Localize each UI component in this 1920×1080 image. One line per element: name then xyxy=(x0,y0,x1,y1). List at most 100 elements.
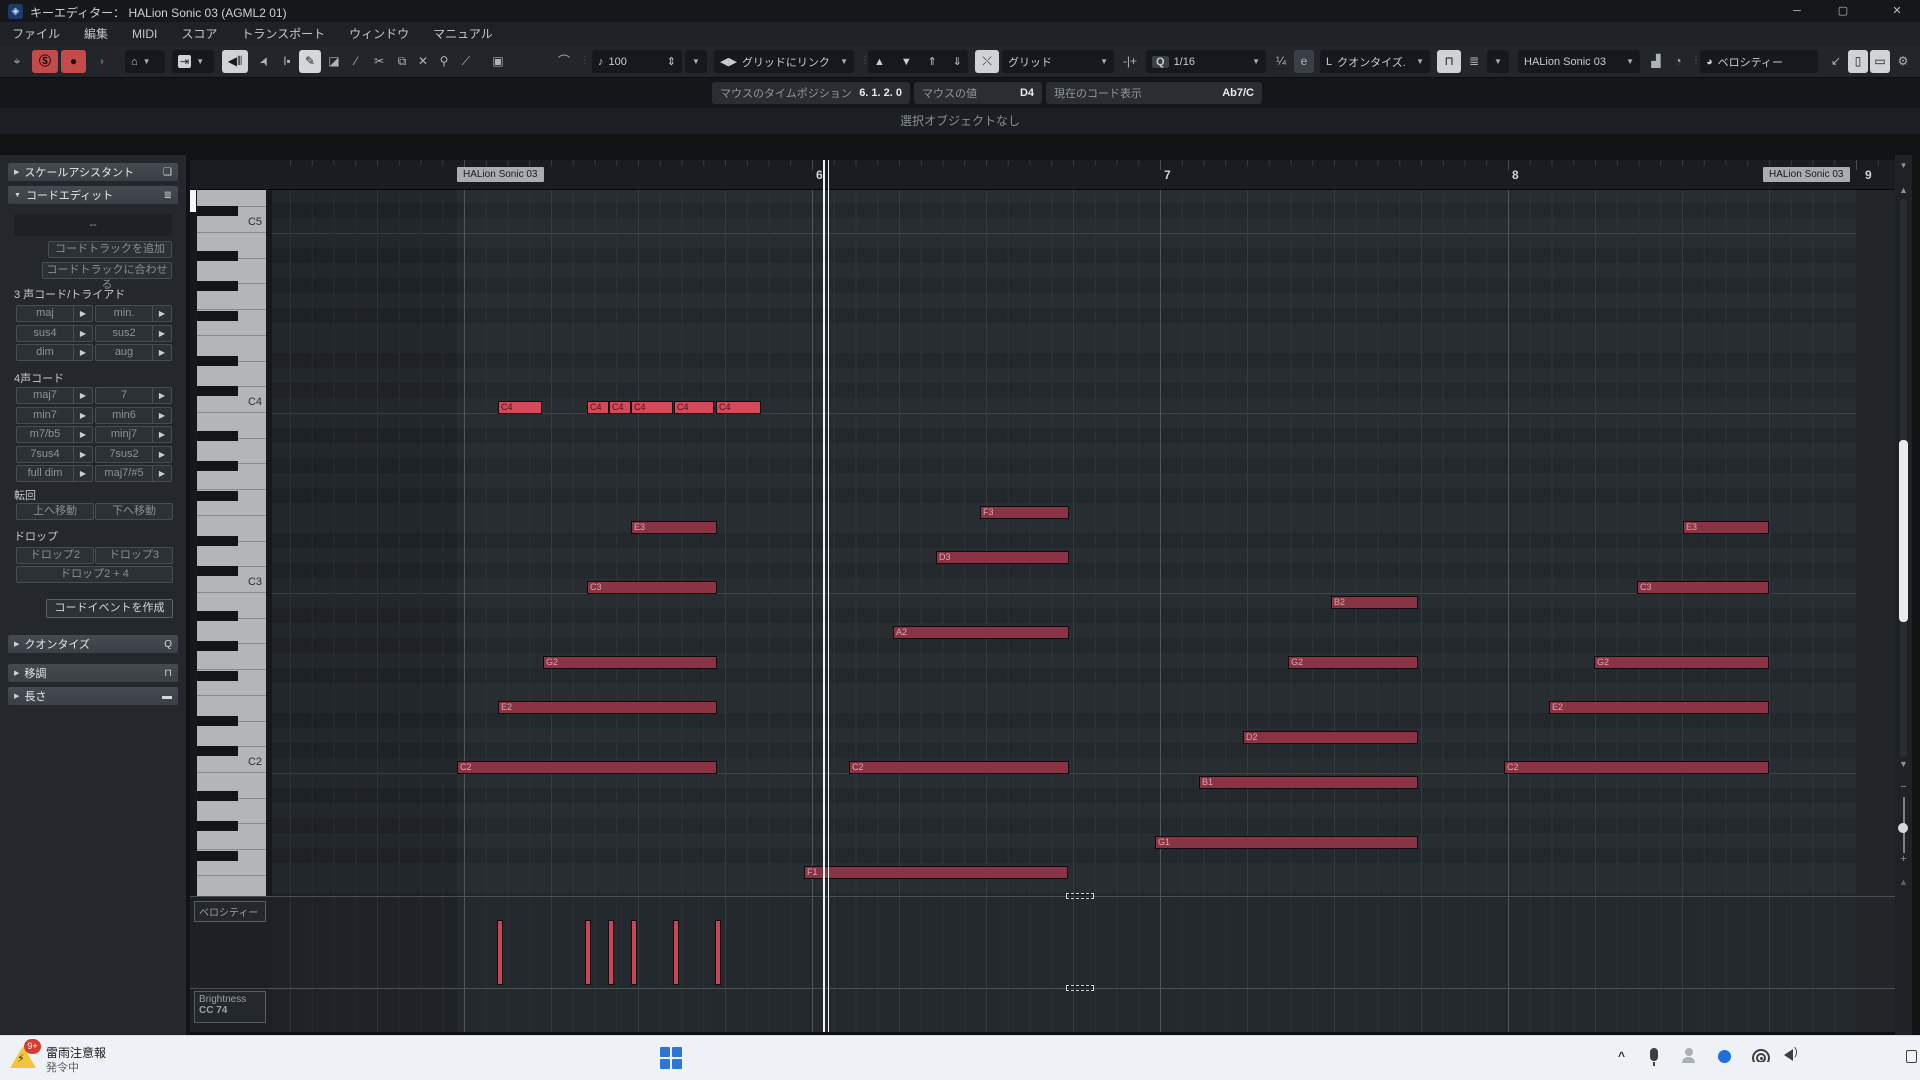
setup-toolbar-icon[interactable]: ⚙ xyxy=(1892,50,1914,73)
minimize-button[interactable]: ─ xyxy=(1782,2,1812,20)
length-link-dropdown[interactable]: ◀▶ グリッドにリンク ▼ xyxy=(714,50,854,73)
menu-item-5[interactable]: ウィンドウ xyxy=(349,25,409,42)
play-chord-icon[interactable]: ▶ xyxy=(152,427,171,442)
show-part-borders-icon[interactable]: ⊓ xyxy=(1437,50,1461,73)
chord4-7sus2[interactable]: 7sus2▶ xyxy=(95,446,172,463)
lane-divider[interactable] xyxy=(190,988,1895,989)
notification-center-icon[interactable] xyxy=(1906,1050,1917,1063)
vertical-scrollbar-thumb[interactable] xyxy=(1899,440,1908,622)
midi-note[interactable]: C3 xyxy=(1637,581,1769,594)
split-scissors-tool[interactable]: ✂ xyxy=(368,50,390,73)
controller-lane-label[interactable]: Brightness CC 74 xyxy=(194,991,266,1023)
move-up-button[interactable]: 上へ移動 xyxy=(16,503,94,520)
midi-note[interactable]: C4 xyxy=(674,401,714,414)
move-down-octave-icon[interactable]: ⇓ xyxy=(953,55,962,68)
solo-button[interactable]: Ⓢ xyxy=(32,50,58,73)
section-length[interactable]: ▶ 長さ ▬ xyxy=(8,687,178,705)
menu-item-0[interactable]: ファイル xyxy=(12,25,60,42)
black-key[interactable] xyxy=(197,821,238,831)
chord4-min7[interactable]: min7▶ xyxy=(16,407,93,424)
zoom-slider-handle[interactable] xyxy=(1898,823,1908,833)
erase-tool[interactable]: ◪ xyxy=(324,50,344,73)
menu-item-2[interactable]: MIDI xyxy=(132,27,157,41)
quantize-preset-dropdown[interactable]: Q 1/16 ▼ xyxy=(1146,50,1266,73)
black-key[interactable] xyxy=(197,356,238,366)
triad-min[interactable]: min.▶ xyxy=(95,305,172,322)
autoscroll-button[interactable]: ⇥▼ xyxy=(172,50,214,73)
lane-scroll-icon[interactable]: ▲ xyxy=(1895,877,1912,887)
line-tool[interactable]: ⟋ xyxy=(456,50,476,73)
ruler-options-menu[interactable]: ▼ xyxy=(1895,161,1912,170)
black-key[interactable] xyxy=(197,251,238,261)
play-chord-icon[interactable]: ▶ xyxy=(73,466,92,481)
triad-sus2[interactable]: sus2▶ xyxy=(95,325,172,342)
midi-note[interactable]: D3 xyxy=(936,551,1069,564)
midi-note[interactable]: C3 xyxy=(587,581,717,594)
quantize-panel-icon[interactable]: e xyxy=(1294,50,1314,73)
length-quantize-dropdown[interactable]: L クオンタイズ. ▼ xyxy=(1320,50,1430,73)
part-editing-menu[interactable]: ▼ xyxy=(1487,50,1509,73)
menu-item-4[interactable]: トランスポート xyxy=(241,25,325,42)
lane-resize-handle[interactable] xyxy=(1066,985,1094,991)
event-colors-dropdown[interactable]: ◕ ベロシティー xyxy=(1700,50,1818,73)
section-quantize[interactable]: ▶ クオンタイズ Q xyxy=(8,635,178,653)
stepper-icon[interactable]: ⇕ xyxy=(667,55,676,68)
match-chord-track-button[interactable]: コードトラックに合わせる xyxy=(42,262,172,279)
chord4-7[interactable]: 7▶ xyxy=(95,387,172,404)
velocity-bars-icon[interactable]: ▟ xyxy=(1646,50,1666,73)
zoom-in-icon[interactable]: + xyxy=(1895,853,1912,865)
window-layout-button[interactable]: ⌂▼ xyxy=(125,50,165,73)
velocity-bar[interactable] xyxy=(631,920,637,985)
black-key[interactable] xyxy=(197,461,238,471)
play-chord-icon[interactable]: ▶ xyxy=(73,447,92,462)
grid-plusminus-icon[interactable]: -|+ xyxy=(1118,50,1142,73)
black-key[interactable] xyxy=(197,851,238,861)
midi-note[interactable]: E2 xyxy=(1549,701,1769,714)
mute-tool[interactable]: ✕ xyxy=(414,50,432,73)
snap-type-dropdown[interactable]: グリッド ▼ xyxy=(1002,50,1114,73)
play-chord-icon[interactable]: ▶ xyxy=(152,466,171,481)
maximize-button[interactable]: ▢ xyxy=(1828,2,1858,20)
velocity-lane-label[interactable]: ベロシティー xyxy=(194,901,266,922)
black-key[interactable] xyxy=(197,206,238,216)
lane-resize-handle[interactable] xyxy=(1066,893,1094,899)
drop24-button[interactable]: ドロップ2 + 4 xyxy=(16,566,173,583)
lane-divider[interactable] xyxy=(190,896,1895,897)
triad-dim[interactable]: dim▶ xyxy=(16,344,93,361)
midi-note[interactable]: B1 xyxy=(1199,776,1418,789)
midi-note[interactable]: F3 xyxy=(980,506,1069,519)
midi-note[interactable]: C2 xyxy=(1504,761,1769,774)
midi-note[interactable]: D2 xyxy=(1243,731,1418,744)
black-key[interactable] xyxy=(197,536,238,546)
iterative-quantize-icon[interactable]: ¼ xyxy=(1270,50,1292,73)
midi-note[interactable]: A2 xyxy=(893,626,1069,639)
play-chord-icon[interactable]: ▶ xyxy=(152,306,171,321)
play-chord-icon[interactable]: ▶ xyxy=(152,447,171,462)
velocity-bar[interactable] xyxy=(585,920,591,985)
velocity-bar[interactable] xyxy=(715,920,721,985)
midi-note[interactable]: G2 xyxy=(1288,656,1418,669)
midi-note[interactable]: C2 xyxy=(849,761,1069,774)
play-chord-icon[interactable]: ▶ xyxy=(73,408,92,423)
chord4-fulldim[interactable]: full dim▶ xyxy=(16,465,93,482)
midi-note[interactable]: C4 xyxy=(631,401,673,414)
create-chord-event-button[interactable]: コードイベントを作成 xyxy=(46,599,173,618)
comp-tool[interactable]: ▣ xyxy=(486,50,510,73)
close-button[interactable]: ✕ xyxy=(1882,2,1912,20)
snap-toggle-icon[interactable]: ⤬ xyxy=(975,50,999,73)
range-tool[interactable]: I▪ xyxy=(277,50,297,73)
section-chord-edit[interactable]: ▼ コードエディット ≣ xyxy=(8,186,178,204)
play-chord-icon[interactable]: ▶ xyxy=(152,326,171,341)
black-key[interactable] xyxy=(197,491,238,501)
midi-note[interactable]: C4 xyxy=(609,401,631,414)
trim-tool[interactable]: ∕ xyxy=(346,50,366,73)
menu-item-1[interactable]: 編集 xyxy=(84,25,108,42)
draw-tool[interactable]: ✎ xyxy=(299,50,321,73)
play-chord-icon[interactable]: ▶ xyxy=(73,306,92,321)
timeline-ruler[interactable]: 6789 HALion Sonic 03 HALion Sonic 03 xyxy=(190,160,1895,190)
acoustic-feedback-icon[interactable]: ◑ xyxy=(89,50,113,73)
midi-note[interactable]: B2 xyxy=(1331,596,1418,609)
black-key[interactable] xyxy=(197,746,238,756)
midi-note[interactable]: C4 xyxy=(498,401,542,414)
midi-input-icon[interactable]: ◔ xyxy=(1668,50,1688,73)
